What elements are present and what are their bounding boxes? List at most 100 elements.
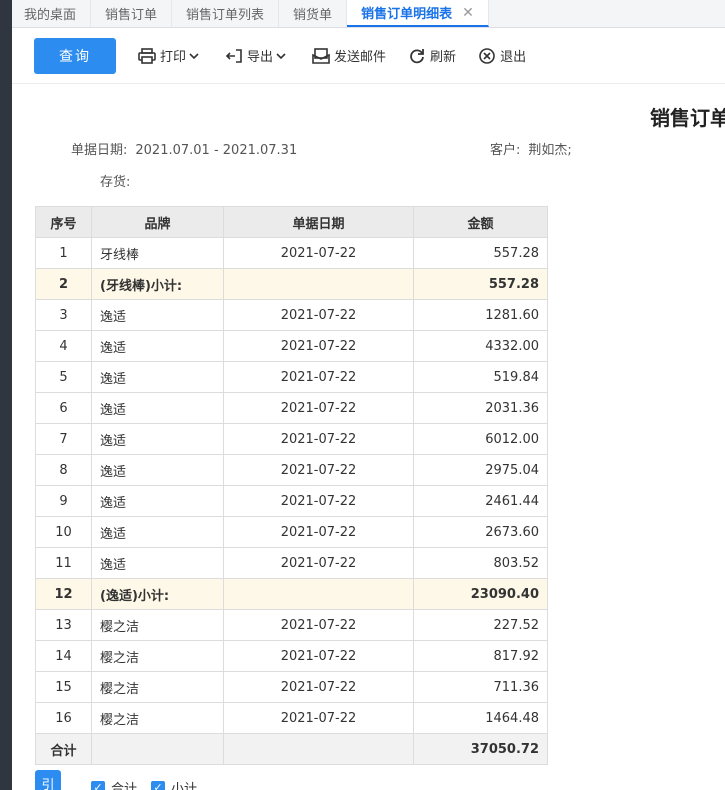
date-cell: 2021-07-22 bbox=[223, 671, 414, 703]
total-brand-cell bbox=[91, 733, 224, 765]
table-row[interactable]: 14 樱之洁 2021-07-22 817.92 bbox=[35, 640, 548, 672]
row-number-cell: 5 bbox=[35, 361, 92, 393]
sales-detail-table: 序号 品牌 单据日期 金额 1 牙线棒 2021-07-22 557.28 2 (牙线棒)… bbox=[35, 206, 548, 765]
date-cell: 2021-07-22 bbox=[223, 454, 414, 486]
row-number-cell: 4 bbox=[35, 330, 92, 362]
table-row[interactable]: 11 逸适 2021-07-22 803.52 bbox=[35, 547, 548, 579]
subtotal-row[interactable]: 2 (牙线棒)小计: 557.28 bbox=[35, 268, 548, 300]
total-checkbox-label: 合计 bbox=[111, 782, 138, 790]
tab-label: 销售订单 bbox=[105, 8, 158, 23]
table-row[interactable]: 7 逸适 2021-07-22 6012.00 bbox=[35, 423, 548, 455]
column-header-amount[interactable]: 金额 bbox=[413, 206, 548, 238]
column-header-no[interactable]: 序号 bbox=[35, 206, 92, 238]
table-row[interactable]: 6 逸适 2021-07-22 2031.36 bbox=[35, 392, 548, 424]
brand-cell: 逸适 bbox=[91, 299, 224, 331]
table-row[interactable]: 4 逸适 2021-07-22 4332.00 bbox=[35, 330, 548, 362]
subtotal-checkbox[interactable]: ✓ 小计 bbox=[151, 778, 197, 790]
table-header-row: 序号 品牌 单据日期 金额 bbox=[35, 206, 548, 238]
date-cell: 2021-07-22 bbox=[223, 237, 414, 269]
amount-cell: 711.36 bbox=[413, 671, 548, 703]
date-cell: 2021-07-22 bbox=[223, 361, 414, 393]
table-row[interactable]: 13 樱之洁 2021-07-22 227.52 bbox=[35, 609, 548, 641]
tab-bar: 我的桌面 销售订单 销售订单列表 销货单 销售订单明细表 ✕ bbox=[12, 0, 725, 28]
mail-icon bbox=[312, 47, 330, 64]
brand-cell: 逸适 bbox=[91, 516, 224, 548]
row-number-cell: 1 bbox=[35, 237, 92, 269]
chevron-down-icon bbox=[276, 52, 286, 59]
brand-cell: (牙线棒)小计: bbox=[91, 268, 224, 300]
export-icon bbox=[225, 48, 242, 63]
date-cell: 2021-07-22 bbox=[223, 423, 414, 455]
row-number-cell: 10 bbox=[35, 516, 92, 548]
table-row[interactable]: 5 逸适 2021-07-22 519.84 bbox=[35, 361, 548, 393]
print-button[interactable]: 打印 bbox=[138, 46, 203, 65]
amount-cell: 557.28 bbox=[413, 237, 548, 269]
tab-sales-delivery[interactable]: 销货单 bbox=[279, 0, 348, 27]
refresh-button[interactable]: 刷新 bbox=[408, 46, 456, 65]
row-number-cell: 13 bbox=[35, 609, 92, 641]
amount-cell: 227.52 bbox=[413, 609, 548, 641]
date-cell: 2021-07-22 bbox=[223, 299, 414, 331]
brand-cell: 逸适 bbox=[91, 392, 224, 424]
column-header-brand[interactable]: 品牌 bbox=[91, 206, 224, 238]
table-row[interactable]: 15 樱之洁 2021-07-22 711.36 bbox=[35, 671, 548, 703]
amount-cell: 23090.40 bbox=[413, 578, 548, 610]
export-button[interactable]: 导出 bbox=[225, 46, 290, 65]
row-number-cell: 3 bbox=[35, 299, 92, 331]
check-icon: ✓ bbox=[151, 780, 166, 790]
date-cell: 2021-07-22 bbox=[223, 702, 414, 734]
close-icon[interactable]: ✕ bbox=[462, 5, 474, 21]
brand-cell: 樱之洁 bbox=[91, 609, 224, 641]
row-number-cell: 15 bbox=[35, 671, 92, 703]
table-row[interactable]: 1 牙线棒 2021-07-22 557.28 bbox=[35, 237, 548, 269]
tab-sales-order-list[interactable]: 销售订单列表 bbox=[172, 0, 280, 27]
tab-label: 销售订单列表 bbox=[186, 8, 265, 23]
row-number-cell: 16 bbox=[35, 702, 92, 734]
total-checkbox[interactable]: ✓ 合计 bbox=[91, 778, 137, 790]
row-number-cell: 12 bbox=[35, 578, 92, 610]
tab-label: 我的桌面 bbox=[24, 8, 77, 23]
date-cell: 2021-07-22 bbox=[223, 547, 414, 579]
column-header-date[interactable]: 单据日期 bbox=[223, 206, 414, 238]
close-circle-icon bbox=[479, 47, 495, 64]
brand-cell: 樱之洁 bbox=[91, 702, 224, 734]
amount-cell: 2031.36 bbox=[413, 392, 548, 424]
table-row[interactable]: 9 逸适 2021-07-22 2461.44 bbox=[35, 485, 548, 517]
date-cell: 2021-07-22 bbox=[223, 330, 414, 362]
row-number-cell: 7 bbox=[35, 423, 92, 455]
printer-icon bbox=[138, 47, 156, 64]
brand-cell: 逸适 bbox=[91, 330, 224, 362]
brand-cell: 逸适 bbox=[91, 361, 224, 393]
table-row[interactable]: 8 逸适 2021-07-22 2975.04 bbox=[35, 454, 548, 486]
print-label: 打印 bbox=[160, 50, 187, 65]
customer-filter: 客户: 荆如杰; bbox=[490, 139, 572, 158]
refresh-icon bbox=[410, 48, 424, 63]
total-label: 合计 bbox=[35, 733, 92, 765]
bottom-action-button[interactable]: 引 bbox=[35, 770, 61, 790]
date-cell bbox=[223, 578, 414, 610]
brand-cell: 樱之洁 bbox=[91, 671, 224, 703]
table-row[interactable]: 10 逸适 2021-07-22 2673.60 bbox=[35, 516, 548, 548]
chevron-down-icon bbox=[189, 52, 199, 59]
brand-cell: 逸适 bbox=[91, 454, 224, 486]
tab-sales-order[interactable]: 销售订单 bbox=[91, 0, 173, 27]
brand-cell: 牙线棒 bbox=[91, 237, 224, 269]
date-cell: 2021-07-22 bbox=[223, 516, 414, 548]
table-row[interactable]: 3 逸适 2021-07-22 1281.60 bbox=[35, 299, 548, 331]
date-filter-label: 单据日期: bbox=[71, 143, 128, 158]
amount-cell: 4332.00 bbox=[413, 330, 548, 362]
amount-cell: 519.84 bbox=[413, 361, 548, 393]
date-cell: 2021-07-22 bbox=[223, 609, 414, 641]
tab-sales-order-detail[interactable]: 销售订单明细表 ✕ bbox=[347, 0, 489, 27]
tab-my-desktop[interactable]: 我的桌面 bbox=[12, 0, 92, 27]
brand-cell: (逸适)小计: bbox=[91, 578, 224, 610]
exit-button[interactable]: 退出 bbox=[478, 46, 526, 65]
date-cell: 2021-07-22 bbox=[223, 392, 414, 424]
total-date-cell bbox=[223, 733, 414, 765]
customer-filter-value: 荆如杰; bbox=[528, 143, 572, 158]
exit-label: 退出 bbox=[500, 50, 527, 65]
subtotal-row[interactable]: 12 (逸适)小计: 23090.40 bbox=[35, 578, 548, 610]
send-email-button[interactable]: 发送邮件 bbox=[312, 46, 386, 65]
table-row[interactable]: 16 樱之洁 2021-07-22 1464.48 bbox=[35, 702, 548, 734]
query-button[interactable]: 查询 bbox=[34, 37, 116, 74]
